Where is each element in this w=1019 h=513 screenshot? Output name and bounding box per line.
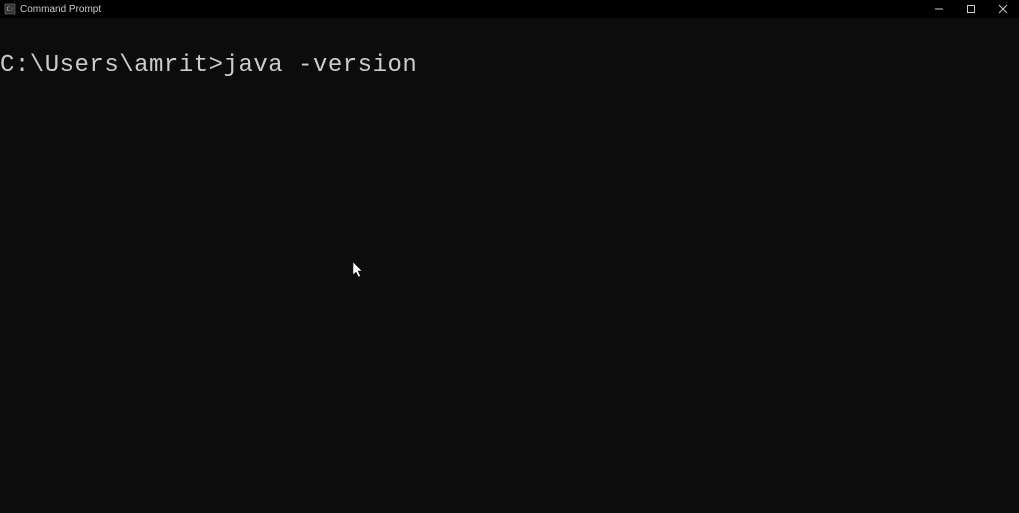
prompt: C:\Users\amrit> <box>0 52 224 79</box>
minimize-button[interactable] <box>923 0 955 18</box>
command-input: java -version <box>224 52 418 79</box>
window-title: Command Prompt <box>20 4 101 15</box>
window-titlebar: C: Command Prompt <box>0 0 1019 18</box>
window-controls <box>923 0 1019 18</box>
cmd-icon: C: <box>4 3 16 15</box>
mouse-cursor-icon <box>353 262 365 280</box>
titlebar-left: C: Command Prompt <box>4 3 101 15</box>
close-button[interactable] <box>987 0 1019 18</box>
maximize-button[interactable] <box>955 0 987 18</box>
terminal-line: C:\Users\amrit>java -version <box>0 52 1019 79</box>
terminal-area[interactable]: C:\Users\amrit>java -version <box>0 18 1019 513</box>
svg-text:C:: C: <box>7 6 14 13</box>
